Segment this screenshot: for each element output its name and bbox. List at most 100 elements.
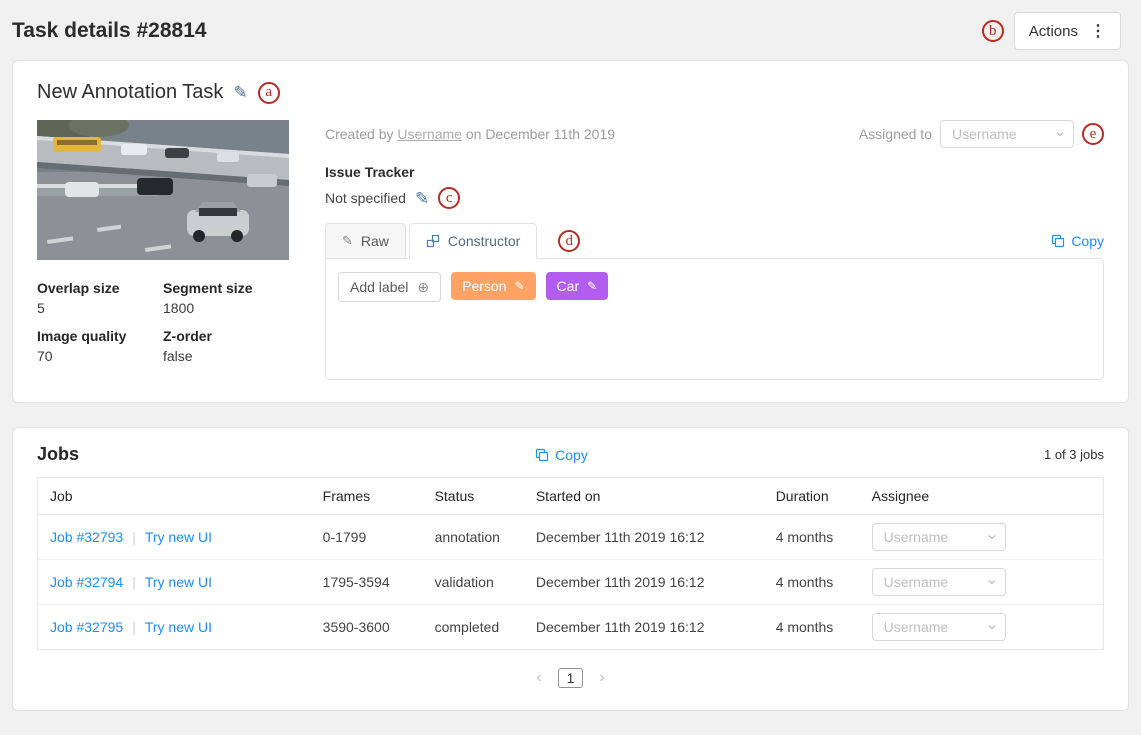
created-by-text: Created by Username on December 11th 201… <box>325 126 615 142</box>
job-started-on: December 11th 2019 16:12 <box>528 515 768 560</box>
param-segment-size: Segment size 1800 <box>163 280 289 316</box>
edit-task-name-icon[interactable]: ✎ <box>233 84 247 101</box>
param-label: Overlap size <box>37 280 163 296</box>
param-image-quality: Image quality 70 <box>37 328 163 364</box>
task-preview-image <box>37 120 289 260</box>
job-status: completed <box>427 605 528 650</box>
param-value: false <box>163 348 289 364</box>
annotation-marker-e: e <box>1082 123 1104 145</box>
copy-icon <box>1051 234 1065 248</box>
param-value: 70 <box>37 348 163 364</box>
page-header: Task details #28814 b Actions ⋮ <box>0 0 1141 60</box>
separator: | <box>132 574 136 590</box>
jobs-table-header-row: Job Frames Status Started on Duration As… <box>38 478 1104 515</box>
column-header-job: Job <box>38 478 315 515</box>
tab-constructor[interactable]: Constructor <box>409 223 537 259</box>
constructor-blocks-icon <box>426 234 440 248</box>
edit-label-icon: ✎ <box>587 279 597 293</box>
task-heading: New Annotation Task ✎ a <box>37 81 1104 104</box>
add-circle-icon: ⊕ <box>417 280 429 294</box>
task-right-column: Created by Username on December 11th 201… <box>325 120 1104 380</box>
task-details-card: New Annotation Task ✎ a <box>12 60 1129 403</box>
task-assignee-value: Username <box>952 126 1017 142</box>
task-meta-row: Created by Username on December 11th 201… <box>325 120 1104 148</box>
more-options-icon: ⋮ <box>1090 21 1106 41</box>
job-frames: 1795-3594 <box>315 560 427 605</box>
page-number-1[interactable]: 1 <box>558 668 584 688</box>
previous-page-arrow[interactable]: ‹ <box>536 669 541 687</box>
copy-jobs-link[interactable]: Copy <box>535 447 588 463</box>
copy-icon <box>535 448 549 462</box>
edit-issue-tracker-icon[interactable]: ✎ <box>415 190 429 207</box>
job-row: Job #32794 | Try new UI 1795-3594 validati… <box>38 560 1104 605</box>
jobs-card: Jobs Copy 1 of 3 jobs Job Frames Status … <box>12 427 1129 711</box>
job-assignee-select[interactable]: Username <box>872 613 1006 641</box>
chevron-down-icon <box>1055 129 1065 139</box>
job-duration: 4 months <box>768 560 864 605</box>
add-label-button-text: Add label <box>350 279 408 295</box>
actions-button-label: Actions <box>1029 23 1078 40</box>
tab-raw[interactable]: ✎ Raw <box>325 223 406 259</box>
next-page-arrow[interactable]: › <box>599 669 604 687</box>
separator: | <box>132 619 136 635</box>
job-assignee-value: Username <box>884 529 949 545</box>
task-name: New Annotation Task <box>37 81 223 104</box>
labels-tabs-row: ✎ Raw Constructor d Copy <box>325 223 1104 259</box>
separator: | <box>132 529 136 545</box>
chevron-down-icon <box>987 622 997 632</box>
job-started-on: December 11th 2019 16:12 <box>528 605 768 650</box>
label-tag-car[interactable]: Car ✎ <box>546 272 609 300</box>
annotation-marker-c: c <box>438 187 460 209</box>
task-assignee-select[interactable]: Username <box>940 120 1074 148</box>
job-status: validation <box>427 560 528 605</box>
param-value: 1800 <box>163 300 289 316</box>
try-new-ui-link[interactable]: Try new UI <box>145 574 212 590</box>
constructor-panel: Add label ⊕ Person ✎ Car ✎ <box>325 258 1104 380</box>
copy-jobs-label: Copy <box>555 447 588 463</box>
copy-labels-link[interactable]: Copy <box>1051 233 1104 249</box>
try-new-ui-link[interactable]: Try new UI <box>145 529 212 545</box>
job-duration: 4 months <box>768 515 864 560</box>
jobs-count: 1 of 3 jobs <box>1044 447 1104 462</box>
label-tag-car-name: Car <box>557 278 580 294</box>
add-label-button[interactable]: Add label ⊕ <box>338 272 441 302</box>
param-label: Z-order <box>163 328 289 344</box>
job-assignee-select[interactable]: Username <box>872 568 1006 596</box>
param-label: Segment size <box>163 280 289 296</box>
job-row: Job #32795 | Try new UI 3590-3600 complete… <box>38 605 1104 650</box>
actions-button[interactable]: Actions ⋮ <box>1014 12 1121 50</box>
street-scene-graphic <box>37 120 289 260</box>
job-link[interactable]: Job #32794 <box>50 574 123 590</box>
job-link[interactable]: Job #32793 <box>50 529 123 545</box>
created-by-prefix: Created by <box>325 126 393 142</box>
label-tag-person[interactable]: Person ✎ <box>451 272 535 300</box>
column-header-assignee: Assignee <box>864 478 1104 515</box>
annotation-marker-a: a <box>258 82 280 104</box>
job-frames: 3590-3600 <box>315 605 427 650</box>
try-new-ui-link[interactable]: Try new UI <box>145 619 212 635</box>
job-link[interactable]: Job #32795 <box>50 619 123 635</box>
column-header-frames: Frames <box>315 478 427 515</box>
page-title: Task details #28814 <box>12 19 207 43</box>
pencil-icon: ✎ <box>342 233 353 249</box>
issue-tracker-section: Issue Tracker Not specified ✎ c <box>325 164 1104 209</box>
created-by-suffix: on December 11th 2019 <box>466 126 615 142</box>
job-row: Job #32793|Try new UI 0-1799 annotation … <box>38 515 1104 560</box>
job-assignee-value: Username <box>884 619 949 635</box>
label-tag-person-name: Person <box>462 278 506 294</box>
jobs-pagination: ‹ 1 › <box>37 668 1104 688</box>
task-parameters: Overlap size 5 Segment size 1800 Image q… <box>37 280 289 364</box>
job-assignee-select[interactable]: Username <box>872 523 1006 551</box>
column-header-duration: Duration <box>768 478 864 515</box>
issue-tracker-value: Not specified <box>325 190 406 206</box>
job-frames: 0-1799 <box>315 515 427 560</box>
annotation-marker-d: d <box>558 230 580 252</box>
chevron-down-icon <box>987 532 997 542</box>
param-label: Image quality <box>37 328 163 344</box>
column-header-started-on: Started on <box>528 478 768 515</box>
created-by-user-link[interactable]: Username <box>397 126 462 142</box>
task-left-column: Overlap size 5 Segment size 1800 Image q… <box>37 120 289 364</box>
copy-labels-label: Copy <box>1071 233 1104 249</box>
jobs-table: Job Frames Status Started on Duration As… <box>37 477 1104 650</box>
job-duration: 4 months <box>768 605 864 650</box>
